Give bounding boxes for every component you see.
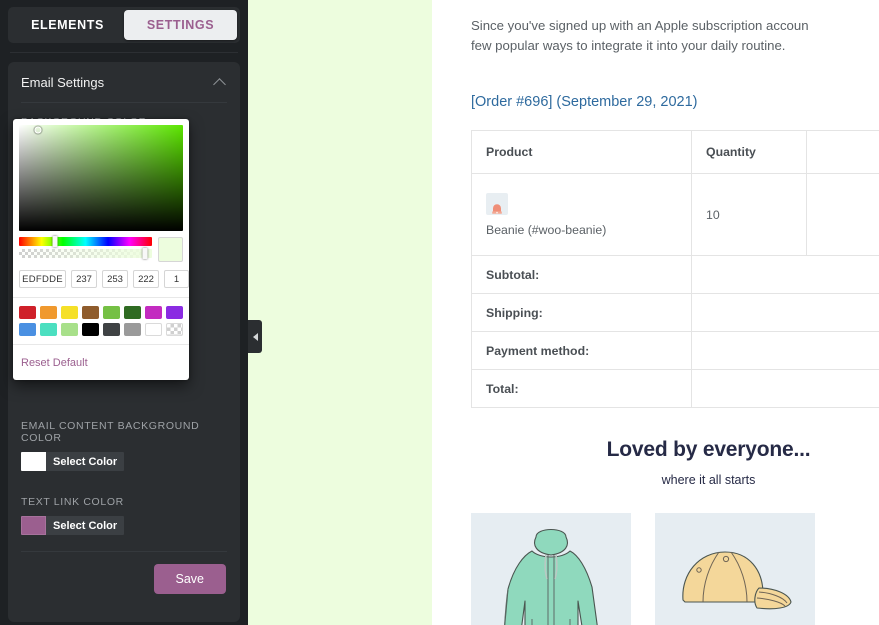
- preset-swatch[interactable]: [40, 323, 57, 336]
- table-row: Total:: [471, 369, 879, 408]
- preset-swatch-transparent[interactable]: [166, 323, 183, 336]
- green-input[interactable]: [102, 270, 128, 288]
- email-content-background-color-select-label: Select Color: [46, 452, 124, 471]
- product-showcase: [471, 513, 879, 625]
- email-settings-header[interactable]: Email Settings: [8, 62, 240, 102]
- save-button[interactable]: Save: [153, 564, 226, 594]
- preset-swatch[interactable]: [145, 306, 162, 319]
- field-email-content-background-color-label: EMAIL CONTENT BACKGROUND COLOR: [21, 420, 200, 444]
- alpha-slider[interactable]: [19, 248, 152, 259]
- email-content-background-color-select-button[interactable]: Select Color: [21, 452, 124, 471]
- red-input[interactable]: [71, 270, 97, 288]
- totals-label-shipping: Shipping:: [471, 293, 692, 332]
- preset-swatch[interactable]: [124, 323, 141, 336]
- preset-swatch[interactable]: [103, 306, 120, 319]
- hue-slider[interactable]: [19, 236, 152, 247]
- cell-total: [806, 173, 879, 256]
- column-header-product: Product: [471, 130, 692, 174]
- totals-value-payment-method: [691, 331, 879, 370]
- cell-product: Beanie (#woo-beanie): [471, 173, 692, 256]
- tab-settings-label: SETTINGS: [146, 18, 215, 32]
- preset-swatch[interactable]: [166, 306, 183, 319]
- panel-footer: Save: [8, 552, 240, 594]
- email-content-background-color-swatch: [21, 452, 46, 471]
- email-settings-panel: Email Settings BACKGROUND COLOR Select C…: [8, 62, 240, 622]
- preset-swatch[interactable]: [19, 306, 36, 319]
- page-title: Email Settings: [21, 74, 105, 90]
- intro-paragraph-line-2: few popular ways to integrate it into yo…: [471, 38, 786, 53]
- order-table-head: Product Quantity: [471, 130, 879, 174]
- hue-slider-handle[interactable]: [52, 236, 58, 247]
- email-preview-content: Since you've signed up with an Apple sub…: [432, 0, 879, 625]
- preset-swatch[interactable]: [40, 306, 57, 319]
- loved-title: Loved by everyone...: [606, 438, 811, 461]
- preset-swatch[interactable]: [82, 306, 99, 319]
- cell-quantity: 10: [691, 173, 807, 256]
- loved-subtitle: where it all starts: [661, 473, 756, 487]
- preset-swatch[interactable]: [124, 306, 141, 319]
- picker-sliders-row: [19, 236, 183, 262]
- order-link[interactable]: [Order #696] (September 29, 2021): [471, 94, 879, 110]
- table-row: Shipping:: [471, 293, 879, 332]
- totals-label-total: Total:: [471, 369, 692, 408]
- settings-sidebar: ELEMENTS SETTINGS Email Settings BACKGRO…: [0, 0, 248, 625]
- color-picker-popover[interactable]: Reset Default: [13, 119, 189, 380]
- column-header-quantity: Quantity: [691, 130, 807, 174]
- preset-swatch[interactable]: [61, 306, 78, 319]
- tab-elements[interactable]: ELEMENTS: [11, 10, 124, 40]
- column-header-total: [806, 130, 879, 174]
- table-header-row: Product Quantity: [471, 130, 879, 174]
- chevron-up-icon[interactable]: [214, 76, 226, 88]
- reset-row: Reset Default: [19, 345, 183, 380]
- hex-input[interactable]: [19, 270, 66, 288]
- preset-swatch[interactable]: [145, 323, 162, 336]
- text-link-color-select-label: Select Color: [46, 516, 124, 535]
- totals-value-subtotal: [691, 255, 879, 294]
- order-table: Product Quantity Beanie (#woo-beanie) 10…: [471, 130, 879, 408]
- table-row: Subtotal:: [471, 255, 879, 294]
- sidebar-divider: [10, 52, 238, 53]
- field-text-link-color: TEXT LINK COLOR Select Color: [8, 471, 240, 535]
- preset-swatch-grid: [19, 298, 183, 344]
- totals-value-shipping: [691, 293, 879, 332]
- preset-swatch[interactable]: [103, 323, 120, 336]
- table-row: Payment method:: [471, 331, 879, 370]
- intro-paragraph: Since you've signed up with an Apple sub…: [471, 0, 879, 56]
- preset-swatch[interactable]: [19, 323, 36, 336]
- tab-elements-label: ELEMENTS: [31, 18, 104, 32]
- tab-settings[interactable]: SETTINGS: [124, 10, 237, 40]
- color-preview-swatch: [158, 237, 183, 262]
- triangle-left-icon: [252, 332, 258, 341]
- hoodie-illustration[interactable]: [471, 513, 631, 625]
- beanie-icon: [486, 192, 508, 215]
- text-link-color-select-button[interactable]: Select Color: [21, 516, 124, 535]
- totals-label-subtotal: Subtotal:: [471, 255, 692, 294]
- alpha-input[interactable]: [164, 270, 189, 288]
- field-text-link-color-label: TEXT LINK COLOR: [21, 496, 124, 508]
- saturation-pointer[interactable]: [34, 126, 42, 134]
- text-link-color-swatch: [21, 516, 46, 535]
- loved-section: Loved by everyone... where it all starts: [471, 438, 879, 487]
- totals-label-payment-method: Payment method:: [471, 331, 692, 370]
- field-email-content-background-color: EMAIL CONTENT BACKGROUND COLOR Select Co…: [8, 407, 240, 471]
- order-table-body: Beanie (#woo-beanie) 10 Subtotal: Shippi…: [471, 173, 879, 408]
- alpha-slider-handle[interactable]: [142, 248, 148, 259]
- app-root: ELEMENTS SETTINGS Email Settings BACKGRO…: [0, 0, 879, 625]
- totals-value-total: [691, 369, 879, 408]
- saturation-brightness-area[interactable]: [19, 125, 183, 231]
- color-value-inputs: [19, 270, 189, 297]
- email-background-preview-gutter: [248, 0, 432, 625]
- product-name: Beanie (#woo-beanie): [486, 222, 607, 237]
- blue-input[interactable]: [133, 270, 159, 288]
- cap-illustration[interactable]: [655, 513, 815, 625]
- sidebar-tabbar: ELEMENTS SETTINGS: [8, 7, 240, 43]
- reset-default-link[interactable]: Reset Default: [21, 357, 88, 369]
- picker-sliders-column: [19, 236, 152, 259]
- sidebar-collapse-handle[interactable]: [248, 320, 262, 353]
- table-row: Beanie (#woo-beanie) 10: [471, 173, 879, 256]
- intro-paragraph-line-1: Since you've signed up with an Apple sub…: [471, 18, 809, 33]
- preset-swatch[interactable]: [61, 323, 78, 336]
- preset-swatch[interactable]: [82, 323, 99, 336]
